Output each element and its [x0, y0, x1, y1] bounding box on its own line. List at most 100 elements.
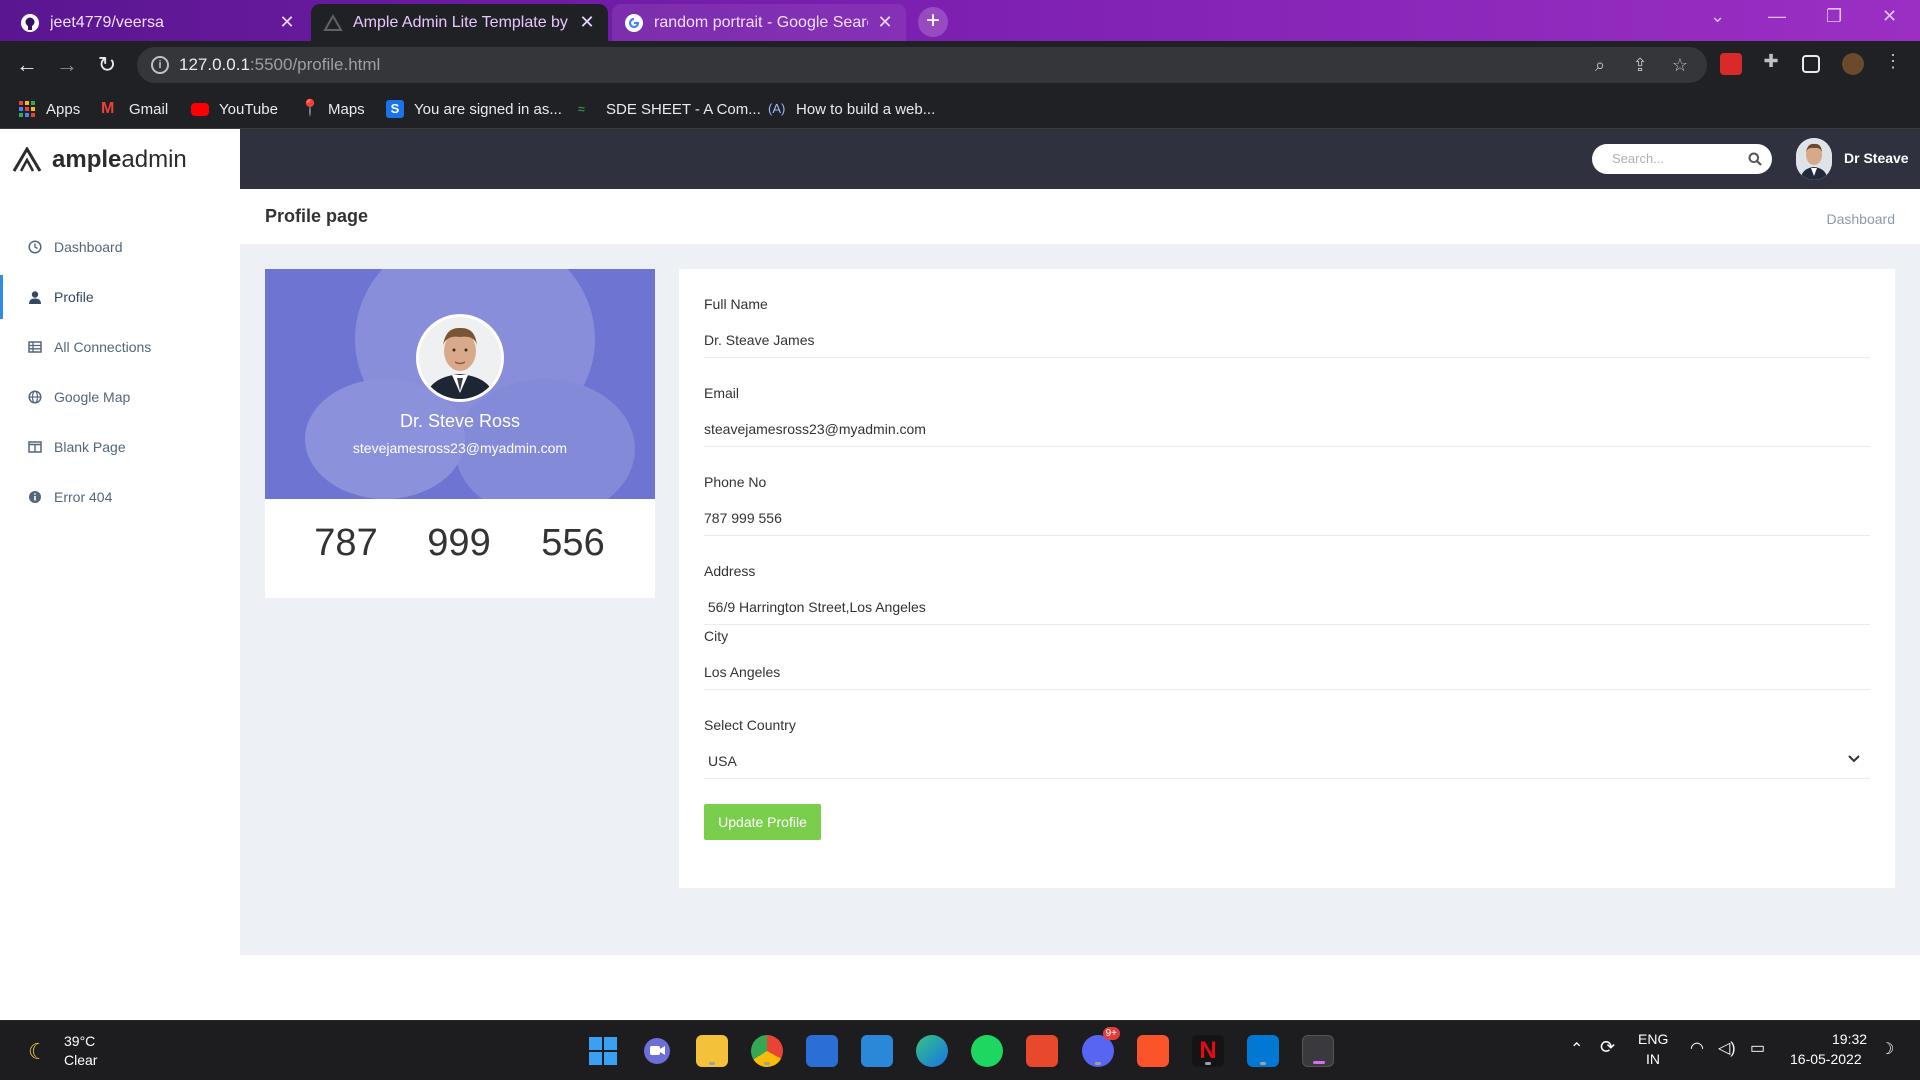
sidebar-item-all-connections[interactable]: All Connections [0, 325, 240, 369]
profile-avatar[interactable] [416, 314, 504, 402]
update-profile-button[interactable]: Update Profile [704, 804, 821, 840]
bookmark-star-icon[interactable]: ☆ [1669, 55, 1691, 77]
share-icon[interactable]: ⇪ [1629, 55, 1651, 77]
edge-icon[interactable] [916, 1035, 948, 1067]
logo-text-bold: ample [52, 146, 122, 173]
ample-logo-icon [323, 13, 343, 31]
avatar[interactable] [1796, 138, 1832, 180]
chrome-icon[interactable] [751, 1035, 783, 1067]
reload-icon[interactable]: ↻ [93, 51, 121, 79]
zoom-icon[interactable]: ⌕ [1589, 55, 1611, 77]
sidebar: ample admin Dashboard Profile All Connect… [0, 129, 240, 1020]
clock-date[interactable]: 16-05-2022 [1790, 1051, 1862, 1067]
weather-description[interactable]: Clear [64, 1052, 97, 1068]
clock-time[interactable]: 19:32 [1832, 1031, 1867, 1047]
sync-icon[interactable]: ⟳ [1600, 1037, 1615, 1058]
logo-text-light: admin [121, 146, 187, 173]
tab-search-icon[interactable]: ⌄ [1710, 6, 1725, 27]
site-info-icon[interactable]: i [151, 56, 169, 74]
sidebar-item-blank-page[interactable]: Blank Page [0, 425, 240, 469]
more-menu-icon[interactable]: ⋮ [1882, 51, 1904, 73]
apps-grid-icon [19, 101, 35, 117]
extensions-puzzle-icon[interactable]: ✚ [1760, 51, 1782, 73]
sidebar-item-dashboard[interactable]: Dashboard [0, 225, 240, 269]
phone-field[interactable]: 787 999 556 [704, 500, 1870, 536]
pocket-extension-icon[interactable] [1720, 53, 1742, 75]
sidebar-item-profile[interactable]: Profile [0, 275, 240, 319]
discord-icon[interactable]: 9+ [1082, 1027, 1120, 1067]
full-name-field[interactable]: Dr. Steave James [704, 322, 1870, 358]
battery-icon[interactable]: ▭ [1750, 1038, 1765, 1058]
spotify-icon[interactable] [971, 1035, 1003, 1067]
bookmark-label: You are signed in as... [414, 100, 562, 118]
chevron-up-icon[interactable]: ⌃ [1570, 1039, 1583, 1059]
google-icon [625, 13, 643, 32]
region-indicator[interactable]: IN [1646, 1051, 1660, 1067]
snipping-tool-icon[interactable] [1302, 1035, 1334, 1067]
sidebar-item-error-404[interactable]: Error 404 [0, 475, 240, 519]
email-label: Email [704, 385, 740, 401]
back-icon[interactable]: ← [13, 51, 41, 79]
minimize-icon[interactable]: — [1768, 6, 1786, 27]
address-field[interactable]: 56/9 Harrington Street,Los Angeles [704, 589, 1870, 625]
country-selected-value: USA [708, 753, 737, 769]
search-input[interactable]: Search... [1592, 144, 1772, 174]
bookmark-youtube[interactable]: YouTube [191, 97, 278, 121]
tab-title: random portrait - Google Search [654, 13, 868, 31]
vscode-icon[interactable] [1247, 1035, 1279, 1067]
sidebar-item-label: Profile [54, 289, 94, 305]
profile-banner: Dr. Steve Ross stevejamesross23@myadmin.… [265, 269, 655, 499]
moon-icon[interactable]: ☾ [28, 1039, 48, 1065]
tab-github[interactable]: jeet4779/veersa ✕ [8, 4, 308, 41]
focus-moon-icon[interactable]: ☽ [1880, 1039, 1894, 1059]
globe-icon [28, 390, 42, 404]
bookmark-sde-sheet[interactable]: ≈ SDE SHEET - A Com... [578, 97, 761, 121]
windows-start-icon[interactable] [587, 1035, 619, 1067]
country-select[interactable]: USA [704, 743, 1870, 779]
sidebar-item-google-map[interactable]: Google Map [0, 375, 240, 419]
tab-ample-admin[interactable]: Ample Admin Lite Template by W ✕ [311, 4, 608, 41]
weather-temperature[interactable]: 39°C [64, 1033, 95, 1049]
bookmark-build-web[interactable]: (A) How to build a web... [768, 97, 935, 121]
brave-icon[interactable] [1137, 1035, 1169, 1067]
user-icon [29, 291, 41, 304]
phone-label: Phone No [704, 474, 767, 490]
forward-icon[interactable]: → [53, 51, 81, 79]
sidebar-item-label: Google Map [54, 389, 131, 405]
close-window-icon[interactable]: ✕ [1882, 6, 1897, 27]
bookmark-signed-in[interactable]: S You are signed in as... [386, 97, 562, 121]
city-field[interactable]: Los Angeles [704, 654, 1870, 690]
address-label: Address [704, 563, 756, 579]
address-bar[interactable]: i 127.0.0.1:5500/profile.html ⌕ ⇪ ☆ [137, 47, 1707, 83]
file-explorer-icon[interactable] [696, 1035, 728, 1067]
language-indicator[interactable]: ENG [1638, 1031, 1668, 1047]
search-placeholder: Search... [1612, 151, 1665, 166]
bookmark-apps[interactable]: Apps [18, 97, 80, 121]
logo-mark-icon [12, 147, 42, 172]
bookmarks-bar: Apps M Gmail YouTube 📍 Maps S You are si… [0, 89, 1920, 129]
profile-avatar-icon[interactable] [1842, 53, 1864, 75]
microsoft-store-icon[interactable] [806, 1035, 838, 1067]
volume-icon[interactable]: ◁) [1718, 1038, 1736, 1058]
email-field[interactable]: steavejamesross23@myadmin.com [704, 411, 1870, 447]
user-name[interactable]: Dr Steave [1844, 150, 1909, 166]
tab-google-search[interactable]: random portrait - Google Search ✕ [612, 4, 906, 41]
close-tab-icon[interactable]: ✕ [876, 12, 894, 33]
bookmark-maps[interactable]: 📍 Maps [300, 97, 365, 121]
close-tab-icon[interactable]: ✕ [278, 12, 296, 33]
bookmark-label: Gmail [129, 100, 169, 118]
netflix-icon[interactable]: N [1192, 1035, 1224, 1067]
sidebar-item-label: Dashboard [54, 239, 123, 255]
office-icon[interactable] [1026, 1035, 1058, 1067]
close-tab-icon[interactable]: ✕ [578, 12, 596, 33]
wifi-icon[interactable]: ◠ [1690, 1038, 1704, 1058]
mail-icon[interactable] [861, 1035, 893, 1067]
bookmark-gmail[interactable]: M Gmail [101, 97, 168, 121]
new-tab-button[interactable]: + [918, 7, 948, 37]
side-panel-icon[interactable] [1802, 55, 1820, 73]
search-icon[interactable] [1748, 152, 1762, 166]
restore-icon[interactable]: ❐ [1826, 6, 1842, 27]
app-logo[interactable]: ample admin [12, 145, 187, 175]
breadcrumb[interactable]: Dashboard [1827, 211, 1896, 227]
teams-chat-icon[interactable] [641, 1035, 673, 1067]
